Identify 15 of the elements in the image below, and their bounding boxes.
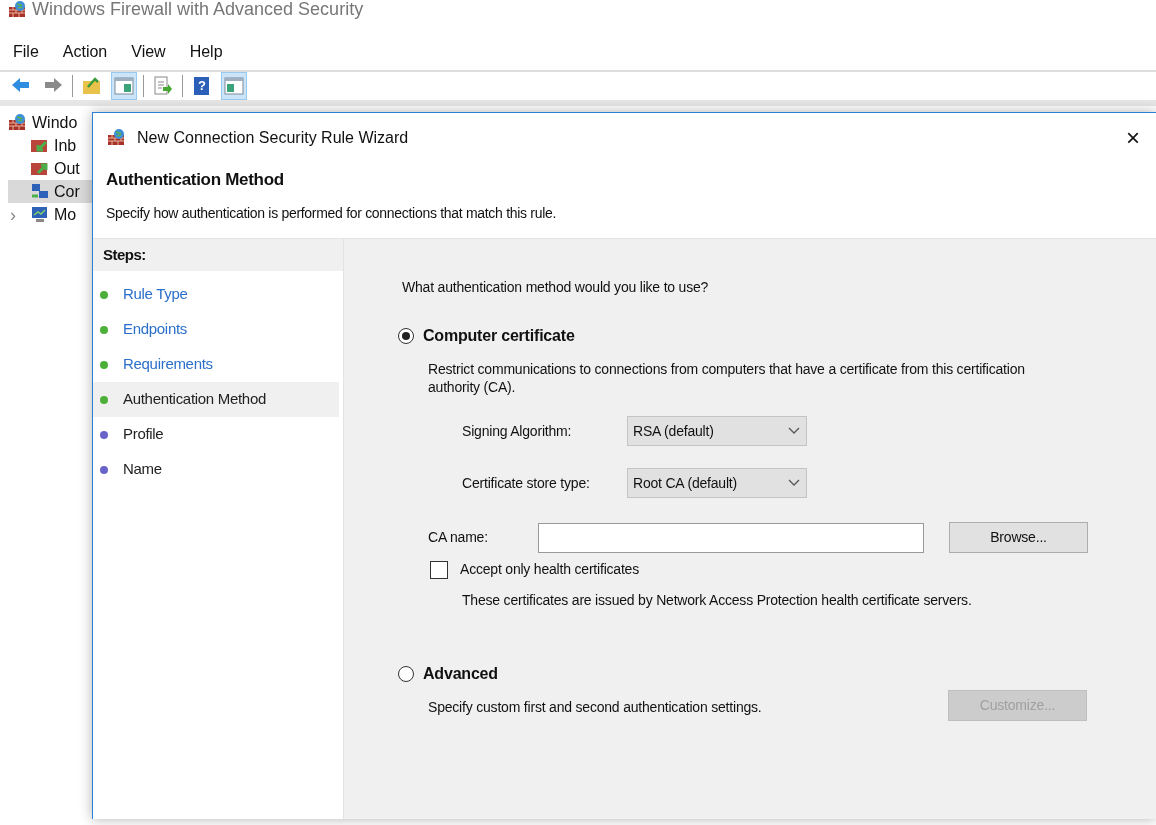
dialog-title: New Connection Security Rule Wizard <box>137 128 409 148</box>
checkbox-label: Accept only health certificates <box>460 560 639 579</box>
page-subtitle: Specify how authentication is performed for connections that match this rule. <box>106 204 558 223</box>
steps-title: Steps: <box>103 244 146 265</box>
window-title: Windows Firewall with Advanced Security <box>32 0 364 21</box>
option-label: Advanced <box>423 664 498 684</box>
field-label: Certificate store type: <box>462 473 591 493</box>
question-text: What authentication method would you like to use? <box>402 278 710 297</box>
option-label: Computer certificate <box>423 326 575 346</box>
option-description: Restrict communications to connections from computers that have a certificate from this certification authority (CA). <box>428 360 1026 396</box>
option-description: Specify custom first and second authentication settings. <box>428 698 763 717</box>
field-label: CA name: <box>428 528 489 547</box>
field-label: Signing Algorithm: <box>462 421 573 441</box>
page-heading: Authentication Method <box>106 169 285 191</box>
note-text: These certificates are issued by Network Access Protection health certificate servers. <box>462 591 973 610</box>
